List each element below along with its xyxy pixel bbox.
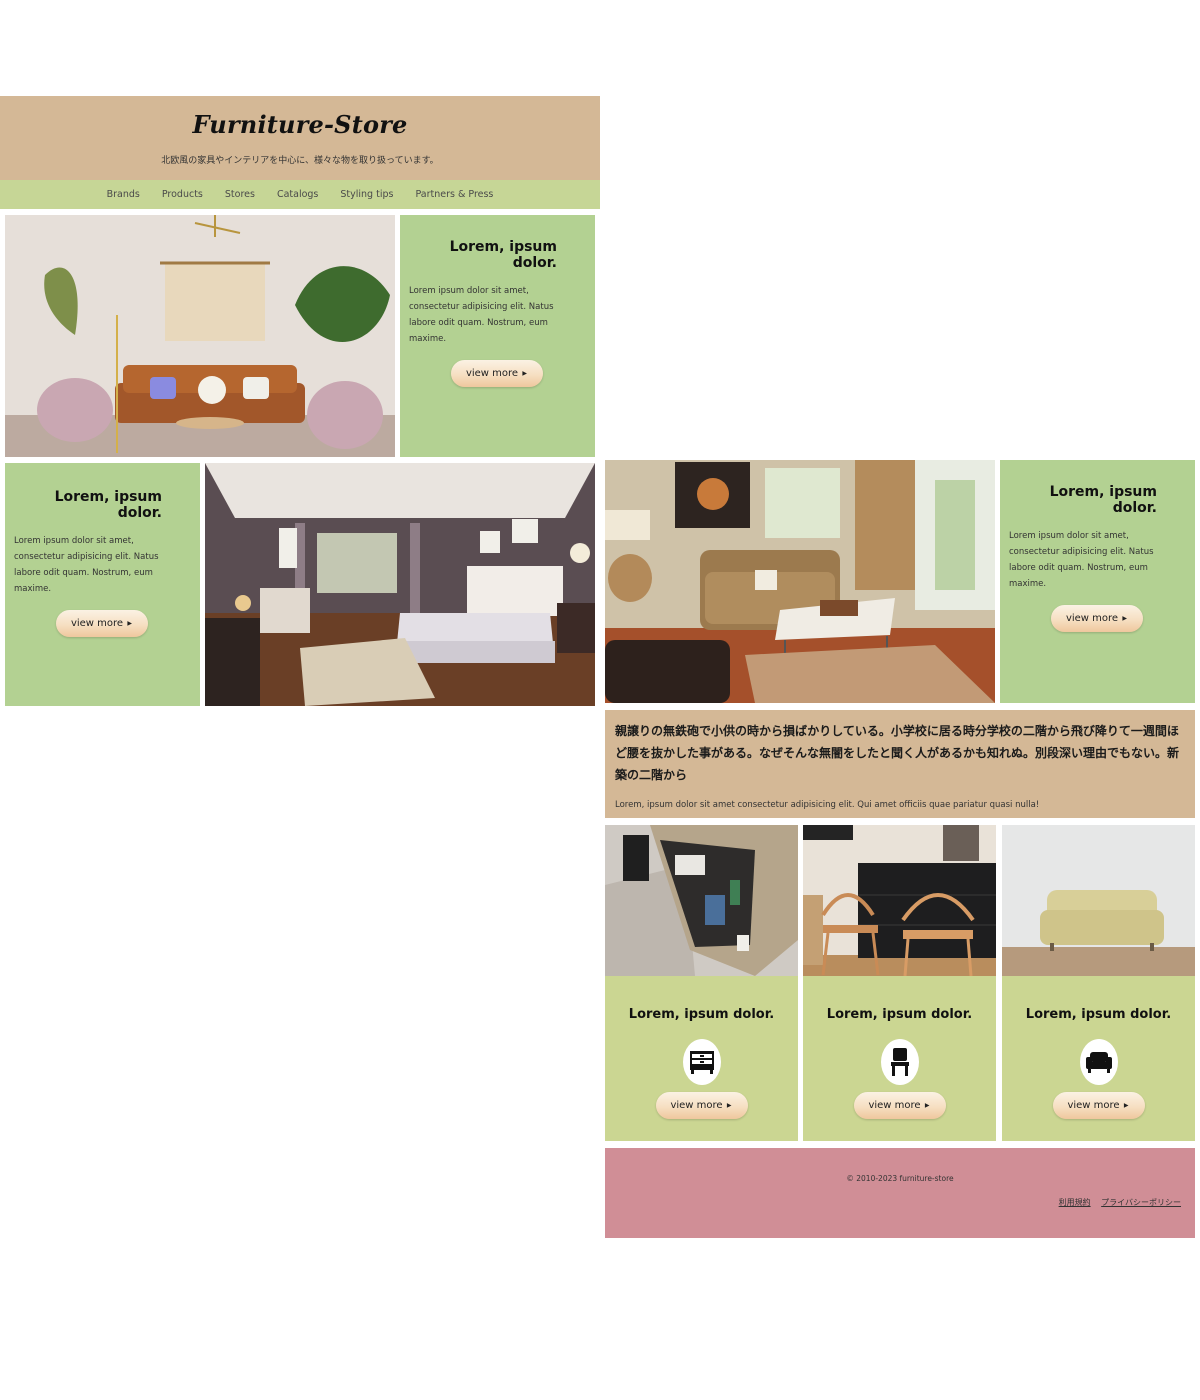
site-tagline: 北欧風の家具やインテリアを中心に、様々な物を取り扱っています。 (161, 156, 439, 166)
arrow-right-icon: ▶ (1123, 1102, 1129, 1109)
intro-text-block: 親譲りの無鉄砲で小供の時から損ばかりしている。小学校に居る時分学校の二階から飛び… (605, 710, 1195, 818)
button-label: view more (670, 1100, 723, 1111)
button-label: view more (1067, 1100, 1120, 1111)
view-more-button[interactable]: view more ▶ (56, 610, 148, 637)
product-card-2: Lorem, ipsum dolor. view more ▶ (803, 976, 996, 1141)
nav-item-products[interactable]: Products (162, 189, 203, 200)
feature-text: Lorem ipsum dolor sit amet, consectetur … (1009, 531, 1154, 589)
site-title[interactable]: Furniture-Store (0, 96, 600, 139)
view-more-button[interactable]: view more ▶ (451, 360, 543, 387)
living-room-photo (5, 215, 395, 457)
arrow-right-icon: ▶ (522, 370, 527, 377)
view-more-button[interactable]: view more ▶ (1051, 605, 1143, 632)
copyright: © 2010-2023 furniture-store (846, 1174, 954, 1183)
dresser-icon (682, 1039, 721, 1085)
footer-links: 利用規約 プライバシーポリシー (1051, 1197, 1181, 1208)
nav-item-stores[interactable]: Stores (225, 189, 255, 200)
button-label: view more (1065, 613, 1119, 624)
bedroom-photo (205, 463, 595, 706)
product-heading: Lorem, ipsum dolor. (628, 1007, 775, 1022)
drawer-photo (605, 825, 798, 976)
footer-link-terms[interactable]: 利用規約 (1059, 1198, 1091, 1207)
nav-item-brands[interactable]: Brands (107, 189, 140, 200)
lounge-photo (605, 460, 995, 703)
arrow-right-icon: ▶ (127, 620, 132, 627)
sofa-icon (1079, 1039, 1118, 1085)
site-footer: © 2010-2023 furniture-store 利用規約 プライバシーポ… (605, 1148, 1195, 1238)
intro-heading: 親譲りの無鉄砲で小供の時から損ばかりしている。小学校に居る時分学校の二階から飛び… (615, 724, 1180, 782)
intro-text: Lorem, ipsum dolor sit amet consectetur … (615, 800, 1040, 810)
global-nav: Brands Products Stores Catalogs Styling … (0, 180, 600, 209)
chairs-photo (803, 825, 996, 976)
feature-text: Lorem ipsum dolor sit amet, consectetur … (14, 536, 159, 594)
button-label: view more (868, 1100, 921, 1111)
product-card-3: Lorem, ipsum dolor. view more ▶ (1002, 976, 1195, 1141)
chair-icon (880, 1039, 919, 1085)
arrow-right-icon: ▶ (726, 1102, 732, 1109)
feature-panel-3: Lorem, ipsum dolor. Lorem ipsum dolor si… (1000, 460, 1195, 703)
nav-item-catalogs[interactable]: Catalogs (277, 189, 318, 200)
sofa-photo (1002, 825, 1195, 976)
product-heading: Lorem, ipsum dolor. (826, 1007, 973, 1022)
feature-text: Lorem ipsum dolor sit amet, consectetur … (409, 286, 554, 344)
feature-heading: Lorem, ipsum dolor. (449, 239, 557, 271)
footer-link-privacy[interactable]: プライバシーポリシー (1101, 1198, 1181, 1207)
arrow-right-icon: ▶ (924, 1102, 930, 1109)
button-label: view more (465, 368, 519, 379)
button-label: view more (70, 618, 124, 629)
product-card-1: Lorem, ipsum dolor. view more ▶ (605, 976, 798, 1141)
nav-item-partners-press[interactable]: Partners & Press (415, 189, 493, 200)
view-more-button[interactable]: view more ▶ (655, 1092, 748, 1119)
view-more-button[interactable]: view more ▶ (1052, 1092, 1145, 1119)
site-header: Furniture-Store 北欧風の家具やインテリアを中心に、様々な物を取り… (0, 96, 600, 180)
feature-panel-1: Lorem, ipsum dolor. Lorem ipsum dolor si… (400, 215, 595, 457)
product-heading: Lorem, ipsum dolor. (1025, 1007, 1172, 1022)
arrow-right-icon: ▶ (1122, 615, 1127, 622)
feature-heading: Lorem, ipsum dolor. (54, 489, 162, 521)
feature-heading: Lorem, ipsum dolor. (1049, 484, 1157, 516)
view-more-button[interactable]: view more ▶ (853, 1092, 946, 1119)
feature-panel-2: Lorem, ipsum dolor. Lorem ipsum dolor si… (5, 463, 200, 706)
nav-item-styling-tips[interactable]: Styling tips (340, 189, 393, 200)
